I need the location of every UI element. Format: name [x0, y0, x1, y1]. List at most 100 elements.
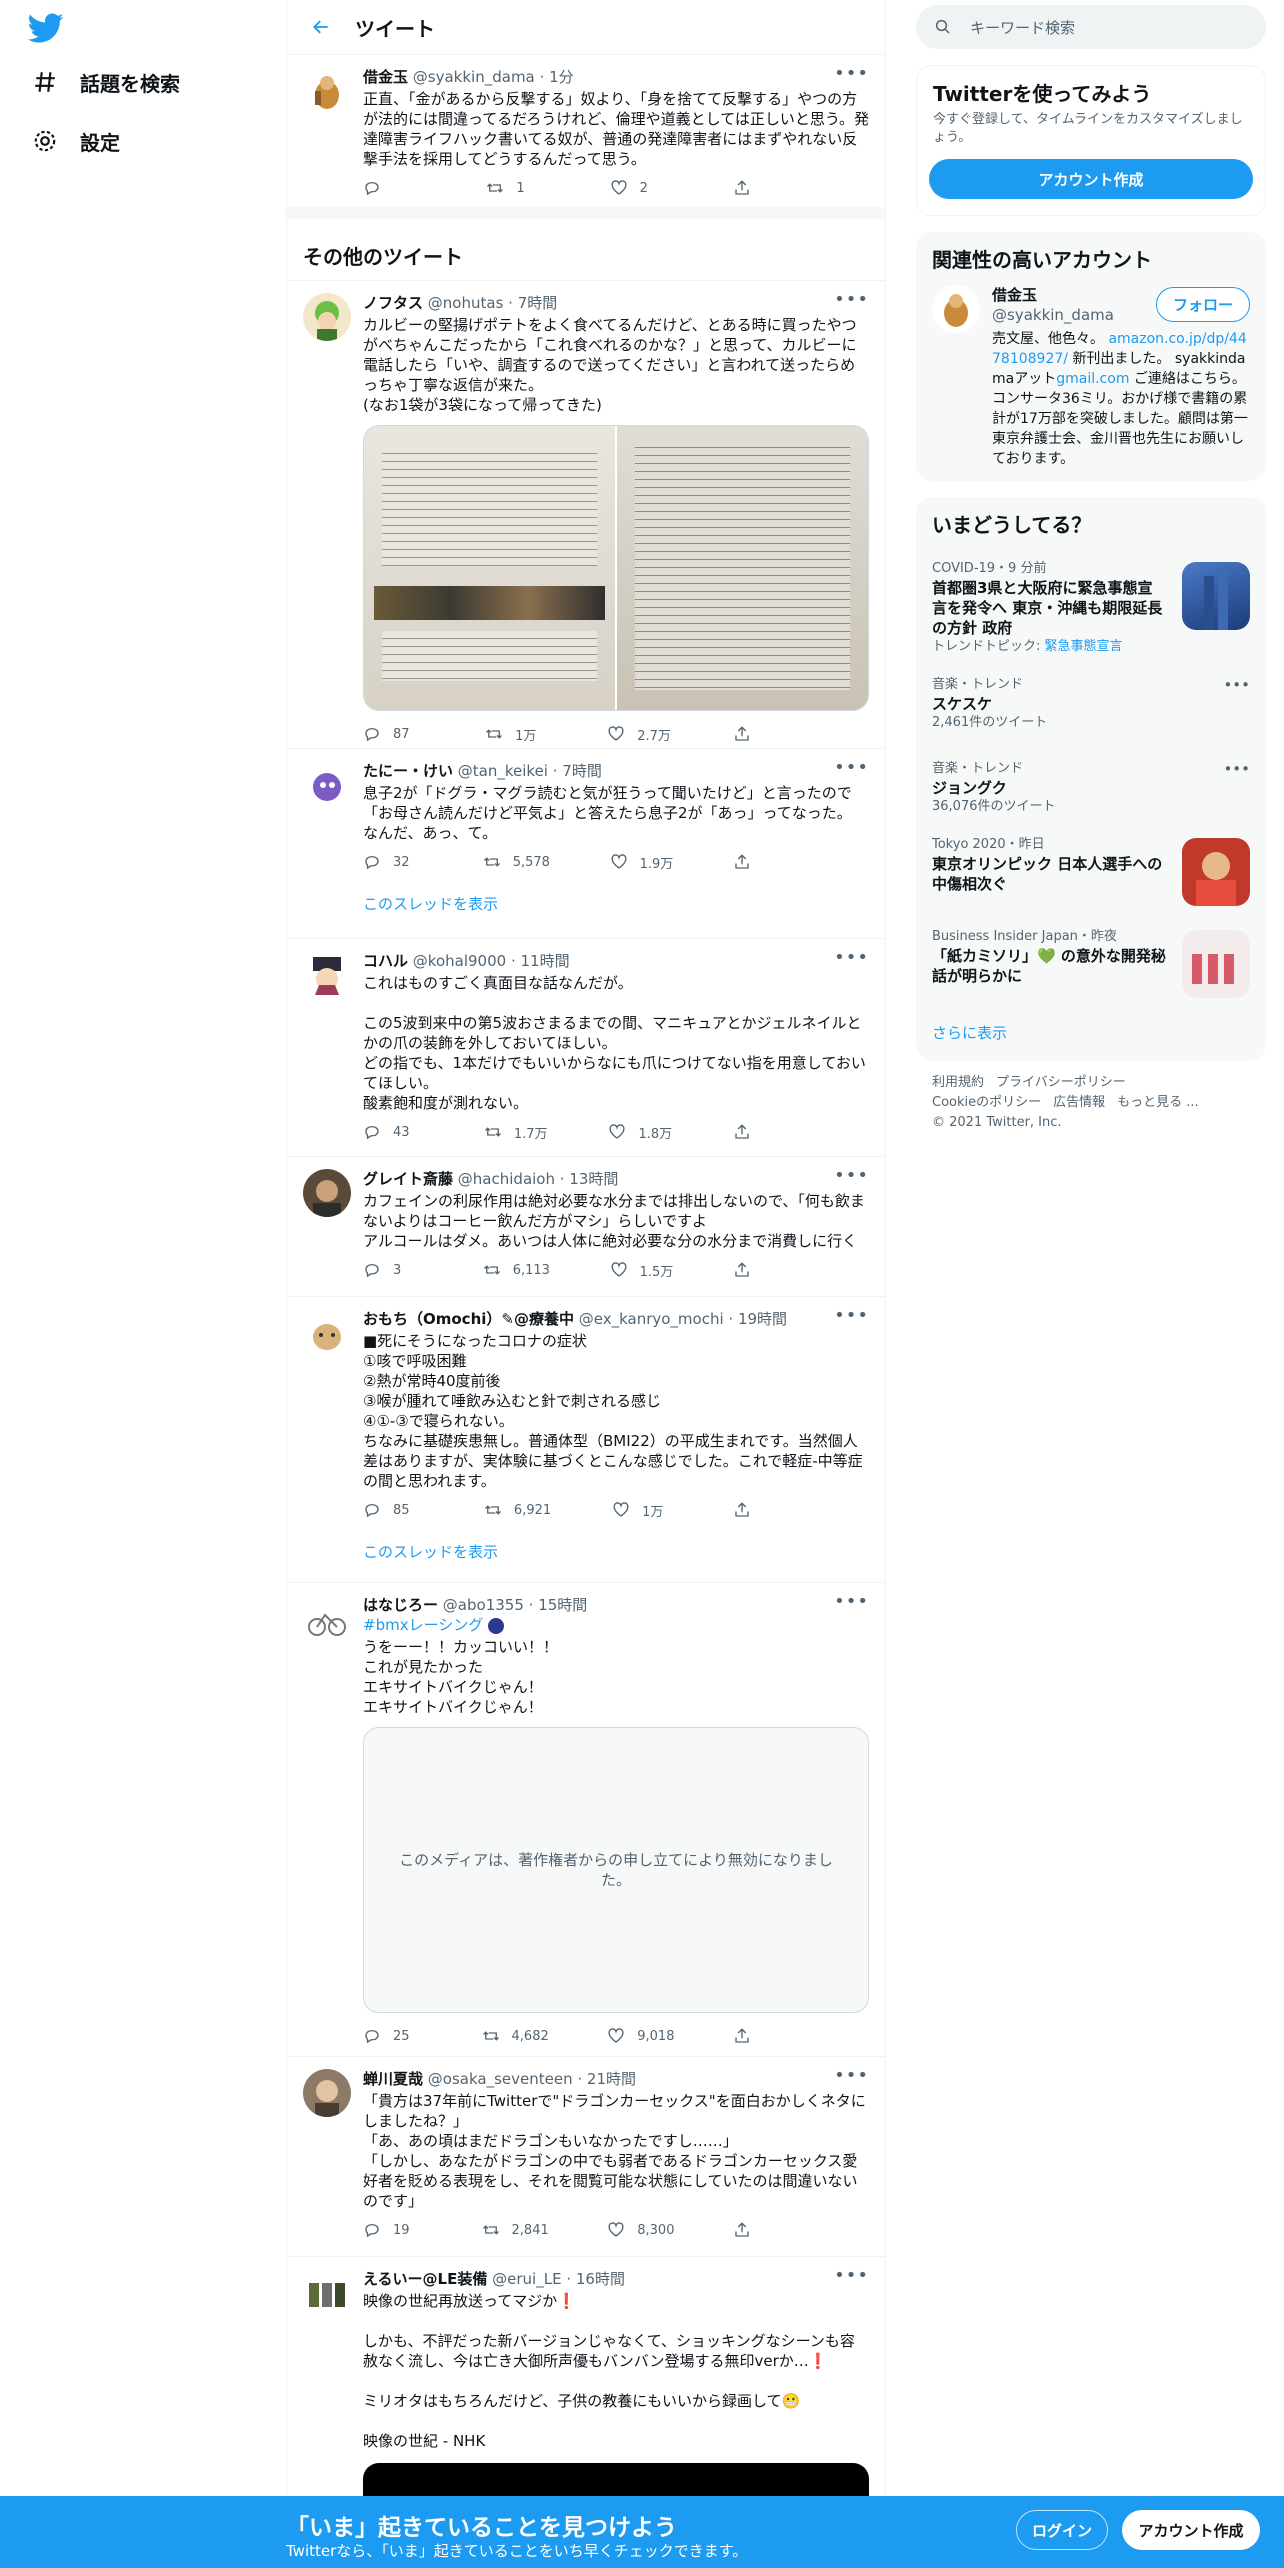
retweet-button[interactable]: 1	[486, 179, 546, 197]
more-options-icon[interactable]: •••	[834, 2265, 869, 2286]
share-button[interactable]	[733, 725, 793, 743]
footer-link[interactable]: 利用規約	[932, 1075, 984, 1090]
tweet-time[interactable]: 16時間	[576, 2270, 625, 2288]
retweet-button[interactable]: 1.7万	[484, 1123, 548, 1142]
tweet[interactable]: ••• はなじろー @abo1355 · 15時間 #bmxレーシング うをーー…	[287, 1583, 885, 2057]
login-button[interactable]: ログイン	[1016, 2510, 1108, 2550]
follow-button[interactable]: フォロー	[1155, 287, 1250, 322]
share-button[interactable]	[733, 853, 793, 871]
twitter-logo-icon[interactable]	[27, 10, 64, 46]
nav-explore[interactable]: 話題を検索	[30, 60, 180, 104]
avatar[interactable]	[303, 67, 351, 115]
footer-link[interactable]: Cookieのポリシー	[932, 1095, 1041, 1110]
share-button[interactable]	[733, 179, 793, 197]
tweet-media[interactable]	[363, 425, 869, 711]
tweet[interactable]: ••• 蝉川夏哉 @osaka_seventeen · 21時間 「貴方は37年…	[287, 2057, 885, 2257]
author-handle[interactable]: @erui_LE	[492, 2270, 561, 2288]
retweet-button[interactable]: 5,578	[483, 853, 550, 871]
author-name[interactable]: えるいー@LE装備	[363, 2270, 487, 2288]
author-name[interactable]: グレイト斎藤	[363, 1170, 453, 1188]
author-name[interactable]: 蝉川夏哉	[363, 2070, 423, 2088]
author-name[interactable]: おもち（Omochi）✎@療養中	[363, 1310, 574, 1328]
trend-item[interactable]: ••• 音楽・トレンド ジョングク 36,076件のツイート	[916, 750, 1266, 826]
tweet-time[interactable]: 19時間	[738, 1310, 787, 1328]
nav-settings[interactable]: 設定	[30, 119, 120, 163]
more-options-icon[interactable]: •••	[834, 757, 869, 778]
avatar[interactable]	[303, 1169, 351, 1217]
reply-button[interactable]: 32	[363, 853, 423, 871]
author-handle[interactable]: @syakkin_dama	[413, 68, 535, 86]
like-button[interactable]: 2	[610, 179, 670, 197]
reply-button[interactable]: 43	[363, 1123, 423, 1141]
like-button[interactable]: 8,300	[607, 2221, 674, 2239]
share-button[interactable]	[733, 1501, 793, 1519]
share-button[interactable]	[733, 2027, 793, 2045]
retweet-button[interactable]: 1万	[485, 725, 545, 744]
author-handle[interactable]: @ex_kanryo_mochi	[579, 1310, 724, 1328]
retweet-button[interactable]: 6,113	[483, 1261, 550, 1279]
search-input[interactable]: キーワード検索	[916, 5, 1266, 49]
trend-item[interactable]: Business Insider Japan・昨夜 「紙カミソリ」💚 の意外な開…	[916, 918, 1266, 1010]
reply-button[interactable]: 25	[363, 2027, 423, 2045]
author-handle[interactable]: @nohutas	[428, 294, 504, 312]
tweet[interactable]: ••• おもち（Omochi）✎@療養中 @ex_kanryo_mochi · …	[287, 1297, 885, 1583]
more-options-icon[interactable]: •••	[1223, 760, 1250, 778]
tweet[interactable]: ••• コハル @kohal9000 · 11時間 これはものすごく真面目な話な…	[287, 939, 885, 1157]
account-card[interactable]: フォロー 借金玉 @syakkin_dama 売文屋、他色々。 amazon.c…	[916, 285, 1266, 469]
more-options-icon[interactable]: •••	[834, 1591, 869, 1612]
author-name[interactable]: ノフタス	[363, 294, 423, 312]
like-button[interactable]: 1.5万	[610, 1261, 673, 1280]
trend-item[interactable]: Tokyo 2020・昨日 東京オリンピック 日本人選手への中傷相次ぐ	[916, 826, 1266, 918]
author-handle[interactable]: @kohal9000	[413, 952, 506, 970]
avatar[interactable]	[303, 2269, 351, 2317]
footer-link[interactable]: プライバシーポリシー	[996, 1075, 1126, 1090]
author-name[interactable]: たにー・けい	[363, 762, 453, 780]
show-thread-link[interactable]: このスレッドを表示	[363, 881, 869, 928]
footer-link[interactable]: もっと見る ...	[1117, 1095, 1199, 1110]
more-options-icon[interactable]: •••	[834, 1305, 869, 1326]
author-name[interactable]: コハル	[363, 952, 408, 970]
tweet[interactable]: ••• ノフタス @nohutas · 7時間 カルビーの堅揚げポテトをよく食べ…	[287, 281, 885, 749]
like-button[interactable]: 1.8万	[608, 1123, 672, 1142]
create-account-button[interactable]: アカウント作成	[929, 159, 1253, 199]
tweet[interactable]: ••• えるいー@LE装備 @erui_LE · 16時間 映像の世紀再放送って…	[287, 2257, 885, 2537]
tweet[interactable]: ••• たにー・けい @tan_keikei · 7時間 息子2が「ドグラ・マグ…	[287, 749, 885, 939]
avatar[interactable]	[303, 293, 351, 341]
tweet-time[interactable]: 1分	[549, 68, 574, 86]
tweet-time[interactable]: 15時間	[538, 1596, 587, 1614]
tweet-time[interactable]: 11時間	[520, 952, 569, 970]
like-button[interactable]: 9,018	[607, 2027, 674, 2045]
more-options-icon[interactable]: •••	[834, 1165, 869, 1186]
share-button[interactable]	[733, 1261, 793, 1279]
avatar[interactable]	[303, 2069, 351, 2117]
signup-button[interactable]: アカウント作成	[1122, 2510, 1260, 2550]
more-options-icon[interactable]: •••	[834, 2065, 869, 2086]
share-button[interactable]	[733, 2221, 793, 2239]
more-options-icon[interactable]: •••	[1223, 676, 1250, 694]
avatar[interactable]	[932, 285, 980, 333]
author-handle[interactable]: @tan_keikei	[458, 762, 548, 780]
reply-button[interactable]: 87	[363, 725, 423, 743]
back-arrow-icon[interactable]	[303, 9, 339, 45]
retweet-button[interactable]: 2,841	[482, 2221, 549, 2239]
share-button[interactable]	[733, 1123, 793, 1141]
retweet-button[interactable]: 4,682	[482, 2027, 549, 2045]
like-button[interactable]: 2.7万	[607, 725, 671, 744]
author-handle[interactable]: @hachidaioh	[458, 1170, 555, 1188]
avatar[interactable]	[303, 761, 351, 809]
reply-button[interactable]: 85	[363, 1501, 423, 1519]
avatar[interactable]	[303, 951, 351, 999]
reply-button[interactable]: 19	[363, 2221, 423, 2239]
more-options-icon[interactable]: •••	[834, 63, 869, 84]
main-tweet[interactable]: ••• 借金玉 @syakkin_dama · 1分 正直、「金があるから反撃す…	[287, 55, 885, 207]
like-button[interactable]: 1万	[612, 1501, 672, 1520]
bio-link[interactable]: gmail.com	[1056, 371, 1129, 387]
show-thread-link[interactable]: このスレッドを表示	[363, 1529, 869, 1576]
tweet[interactable]: ••• グレイト斎藤 @hachidaioh · 13時間 カフェインの利尿作用…	[287, 1157, 885, 1297]
trend-topic-link[interactable]: 緊急事態宣言	[1045, 639, 1123, 654]
like-button[interactable]: 1.9万	[610, 853, 673, 872]
avatar[interactable]	[303, 1309, 351, 1357]
more-options-icon[interactable]: •••	[834, 947, 869, 968]
photo-letter[interactable]	[364, 426, 615, 710]
avatar[interactable]	[303, 1595, 351, 1643]
